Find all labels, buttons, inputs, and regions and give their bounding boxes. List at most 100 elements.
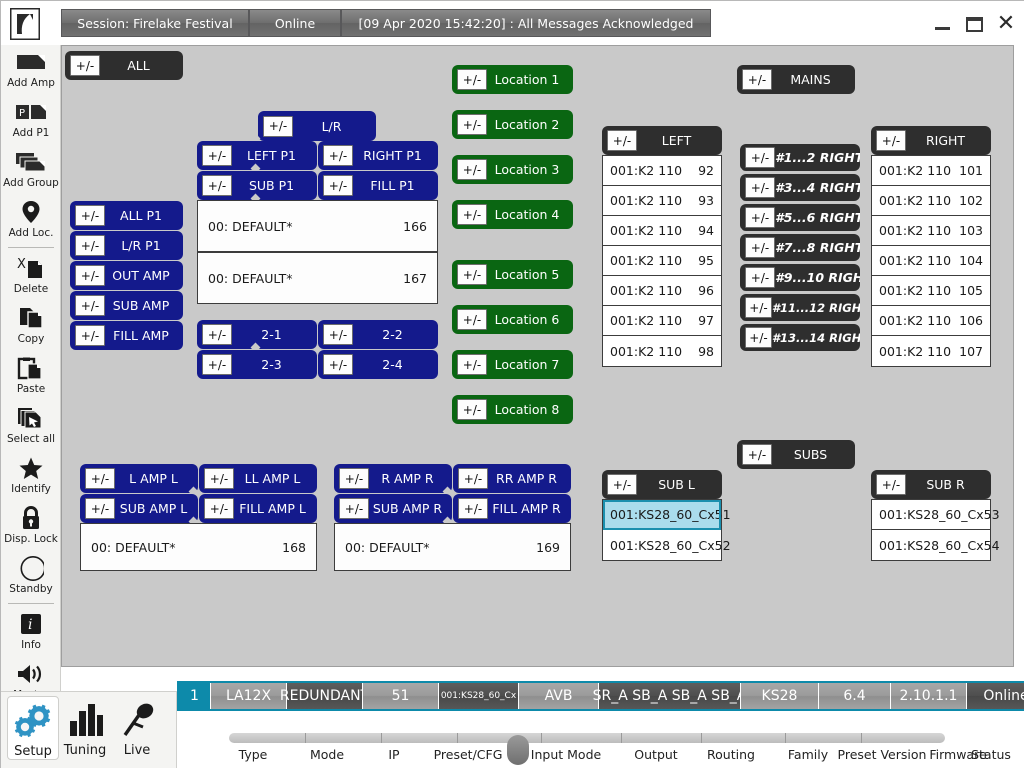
group-button-right-p1[interactable]: +/- RIGHT P1 bbox=[318, 141, 438, 170]
list-item[interactable]: 001:K2 110 98 bbox=[603, 336, 721, 366]
group-button-sub-amp[interactable]: +/- SUB AMP bbox=[70, 291, 183, 320]
group-button-subs[interactable]: +/- SUBS bbox=[737, 440, 855, 469]
status-cell-ip[interactable]: 51 bbox=[363, 683, 439, 709]
list-item[interactable]: 001:K2 110 105 bbox=[872, 276, 990, 306]
plus-minus-toggle[interactable]: +/- bbox=[876, 474, 906, 495]
plus-minus-toggle[interactable]: +/- bbox=[742, 444, 772, 465]
list-item[interactable]: 001:K2 110 96 bbox=[603, 276, 721, 306]
plus-minus-toggle[interactable]: +/- bbox=[458, 498, 488, 519]
group-button-pair-7-8-right[interactable]: +/- #7...8 RIGHT bbox=[740, 234, 860, 261]
group-button-fill-amp-l[interactable]: +/- FILL AMP L bbox=[199, 494, 317, 523]
group-button-sub-l[interactable]: +/- SUB L bbox=[602, 470, 722, 499]
toolbar-item-add-amp[interactable]: Add Amp bbox=[1, 45, 61, 95]
group-button-lr[interactable]: +/- L/R bbox=[258, 111, 376, 141]
group-button-pair-5-6-right[interactable]: +/- #5...6 RIGHT bbox=[740, 204, 860, 231]
list-item[interactable]: 001:K2 110 93 bbox=[603, 186, 721, 216]
location-button-8[interactable]: +/- Location 8 bbox=[452, 395, 573, 424]
status-cell-preset-cfg[interactable]: 001:KS28_60_Cx bbox=[439, 683, 519, 709]
group-button-pair-13-14-right[interactable]: +/- #13...14 RIGHT bbox=[740, 324, 860, 351]
preset-panel-169[interactable]: 00: DEFAULT* 169 bbox=[334, 523, 571, 571]
status-cell-type[interactable]: LA12X bbox=[211, 683, 287, 709]
plus-minus-toggle[interactable]: +/- bbox=[202, 175, 232, 196]
list-item[interactable]: 001:K2 110 101 bbox=[872, 156, 990, 186]
close-icon[interactable]: ✕ bbox=[993, 11, 1019, 37]
toolbar-item-select-all[interactable]: Select all bbox=[1, 401, 61, 451]
preset-panel-167[interactable]: 00: DEFAULT* 167 bbox=[197, 252, 438, 304]
plus-minus-toggle[interactable]: +/- bbox=[323, 324, 353, 345]
plus-minus-toggle[interactable]: +/- bbox=[745, 207, 775, 228]
group-button-fill-amp[interactable]: +/- FILL AMP bbox=[70, 321, 183, 350]
status-cell-firmware[interactable]: 2.10.1.1 bbox=[891, 683, 967, 709]
plus-minus-toggle[interactable]: +/- bbox=[323, 175, 353, 196]
group-button-all[interactable]: +/- ALL bbox=[65, 51, 183, 80]
group-button-r-amp-r[interactable]: +/- R AMP R bbox=[334, 464, 452, 493]
connection-status-field[interactable]: Online bbox=[249, 9, 341, 37]
preset-panel-168[interactable]: 00: DEFAULT* 168 bbox=[80, 523, 317, 571]
tab-live[interactable]: Live bbox=[111, 696, 163, 758]
plus-minus-toggle[interactable]: +/- bbox=[202, 354, 232, 375]
plus-minus-toggle[interactable]: +/- bbox=[745, 267, 775, 288]
group-button-mains[interactable]: +/- MAINS bbox=[737, 65, 855, 94]
group-button-pair-1-2-right[interactable]: +/- #1...2 RIGHT bbox=[740, 144, 860, 171]
location-button-6[interactable]: +/- Location 6 bbox=[452, 305, 573, 334]
list-item[interactable]: 001:KS28_60_Cx 51 bbox=[603, 500, 721, 530]
minimize-icon[interactable] bbox=[929, 11, 955, 37]
list-item[interactable]: 001:K2 110 104 bbox=[872, 246, 990, 276]
group-button-pair-3-4-right[interactable]: +/- #3...4 RIGHT bbox=[740, 174, 860, 201]
plus-minus-toggle[interactable]: +/- bbox=[458, 468, 488, 489]
toolbar-item-delete[interactable]: X Delete bbox=[1, 251, 61, 301]
plus-minus-toggle[interactable]: +/- bbox=[202, 145, 232, 166]
group-button-sub-amp-l[interactable]: +/- SUB AMP L bbox=[80, 494, 198, 523]
status-cell-input-mode[interactable]: AVB bbox=[519, 683, 599, 709]
group-button-right[interactable]: +/- RIGHT bbox=[871, 126, 991, 155]
plus-minus-toggle[interactable]: +/- bbox=[457, 309, 487, 330]
location-button-1[interactable]: +/- Location 1 bbox=[452, 65, 573, 94]
plus-minus-toggle[interactable]: +/- bbox=[876, 130, 906, 151]
list-item[interactable]: 001:KS28_60_Cx 53 bbox=[872, 500, 990, 530]
group-button-sub-r[interactable]: +/- SUB R bbox=[871, 470, 991, 499]
group-button-left[interactable]: +/- LEFT bbox=[602, 126, 722, 155]
plus-minus-toggle[interactable]: +/- bbox=[263, 116, 293, 137]
plus-minus-toggle[interactable]: +/- bbox=[607, 130, 637, 151]
location-button-7[interactable]: +/- Location 7 bbox=[452, 350, 573, 379]
group-button-all-p1[interactable]: +/- ALL P1 bbox=[70, 201, 183, 230]
toolbar-item-add-p1[interactable]: P Add P1 bbox=[1, 95, 61, 145]
plus-minus-toggle[interactable]: +/- bbox=[204, 468, 234, 489]
status-cell-mode[interactable]: REDUNDANT bbox=[287, 683, 363, 709]
session-name-field[interactable]: Session: Firelake Festival bbox=[61, 9, 249, 37]
group-button-l-amp-l[interactable]: +/- L AMP L bbox=[80, 464, 198, 493]
toolbar-item-copy[interactable]: Copy bbox=[1, 301, 61, 351]
list-item[interactable]: 001:K2 110 106 bbox=[872, 306, 990, 336]
plus-minus-toggle[interactable]: +/- bbox=[745, 297, 772, 318]
plus-minus-toggle[interactable]: +/- bbox=[457, 204, 487, 225]
list-item[interactable]: 001:KS28_60_Cx 52 bbox=[603, 530, 721, 560]
plus-minus-toggle[interactable]: +/- bbox=[323, 354, 353, 375]
workspace-canvas[interactable]: +/- ALL +/- ALL P1 +/- L/R P1 +/- OUT AM… bbox=[61, 45, 1014, 667]
device-status-row[interactable]: 1 LA12X REDUNDANT 51 001:KS28_60_Cx AVB … bbox=[177, 681, 1024, 711]
plus-minus-toggle[interactable]: +/- bbox=[607, 474, 637, 495]
group-button-2-2[interactable]: +/- 2-2 bbox=[318, 320, 438, 349]
message-log-field[interactable]: [09 Apr 2020 15:42:20] : All Messages Ac… bbox=[341, 9, 711, 37]
tab-setup[interactable]: Setup bbox=[7, 696, 59, 760]
plus-minus-toggle[interactable]: +/- bbox=[457, 354, 487, 375]
group-button-sub-amp-r[interactable]: +/- SUB AMP R bbox=[334, 494, 452, 523]
plus-minus-toggle[interactable]: +/- bbox=[75, 325, 105, 346]
plus-minus-toggle[interactable]: +/- bbox=[70, 55, 100, 76]
maximize-icon[interactable] bbox=[961, 11, 987, 37]
location-button-4[interactable]: +/- Location 4 bbox=[452, 200, 573, 229]
list-item[interactable]: 001:K2 110 107 bbox=[872, 336, 990, 366]
list-item[interactable]: 001:K2 110 94 bbox=[603, 216, 721, 246]
group-button-rr-amp-r[interactable]: +/- RR AMP R bbox=[453, 464, 571, 493]
group-button-lr-p1[interactable]: +/- L/R P1 bbox=[70, 231, 183, 260]
group-button-2-4[interactable]: +/- 2-4 bbox=[318, 350, 438, 379]
group-button-2-3[interactable]: +/- 2-3 bbox=[197, 350, 317, 379]
status-cell-family[interactable]: KS28 bbox=[741, 683, 819, 709]
plus-minus-toggle[interactable]: +/- bbox=[457, 69, 487, 90]
plus-minus-toggle[interactable]: +/- bbox=[745, 237, 775, 258]
toolbar-item-add-location[interactable]: Add Loc. bbox=[1, 195, 61, 245]
toolbar-item-add-group[interactable]: Add Group bbox=[1, 145, 61, 195]
group-button-pair-9-10-right[interactable]: +/- #9...10 RIGHT bbox=[740, 264, 860, 291]
list-item[interactable]: 001:K2 110 102 bbox=[872, 186, 990, 216]
status-cell-output[interactable]: SR_A SB_A SB_A SB_A bbox=[599, 683, 741, 709]
plus-minus-toggle[interactable]: +/- bbox=[85, 498, 115, 519]
